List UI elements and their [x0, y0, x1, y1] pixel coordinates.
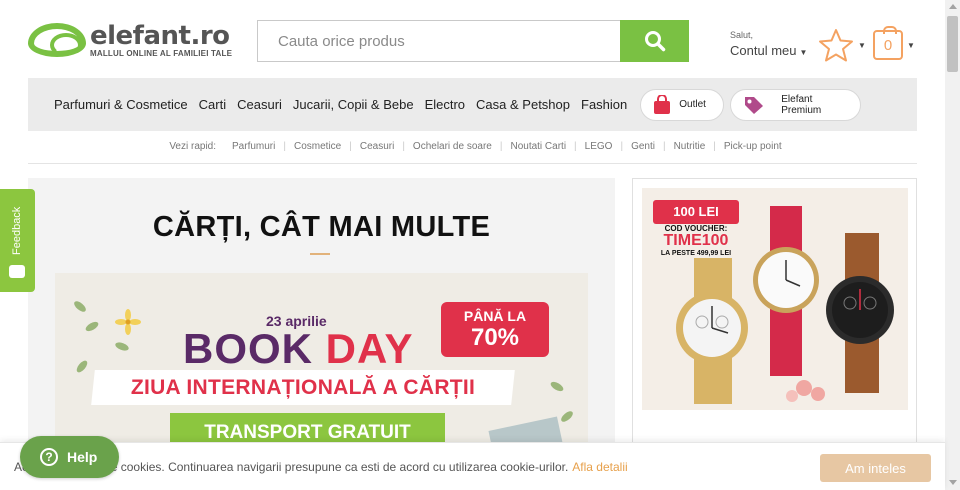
- logo-name: elefant.ro: [90, 20, 230, 51]
- quick-link-cosmetice[interactable]: Cosmetice: [294, 141, 341, 152]
- quick-link-lego[interactable]: LEGO: [585, 141, 613, 152]
- help-label: Help: [67, 449, 98, 465]
- question-icon: ?: [40, 448, 58, 466]
- banner-strip-text: ZIUA INTERNAȚIONALĂ A CĂRȚII: [130, 376, 476, 399]
- outlet-button[interactable]: Outlet: [640, 88, 725, 121]
- premium-button[interactable]: Elefant Premium: [730, 88, 862, 121]
- premium-label-line2: Premium: [781, 104, 822, 116]
- badge-line1: PÂNĂ LA: [463, 308, 527, 324]
- logo-tagline: MALLUL ONLINE AL FAMILIEI TALE: [90, 48, 233, 58]
- leaf-decoration: [72, 299, 88, 314]
- quick-link-ceasuri[interactable]: Ceasuri: [360, 141, 394, 152]
- scroll-down-icon[interactable]: [949, 480, 957, 485]
- nav-item-parfumuri[interactable]: Parfumuri & Cosmetice: [54, 97, 188, 112]
- title-underline: [310, 253, 330, 255]
- elephant-icon: [28, 23, 86, 57]
- nav-item-ceasuri[interactable]: Ceasuri: [237, 97, 282, 112]
- account-greeting: Salut,: [730, 30, 754, 40]
- banner-title-day: DAY: [325, 325, 414, 372]
- quick-link-noutati-carti[interactable]: Noutati Carti: [510, 141, 566, 152]
- page: elefant.ro MALLUL ONLINE AL FAMILIEI TAL…: [0, 0, 960, 490]
- cookie-accept-button[interactable]: Am inteles: [820, 454, 931, 482]
- star-icon: [819, 29, 853, 62]
- leaf-decoration: [74, 358, 90, 375]
- premium-label-line1: Elefant: [781, 93, 813, 105]
- logo[interactable]: elefant.ro MALLUL ONLINE AL FAMILIEI TAL…: [28, 20, 238, 60]
- cart-icon: 0: [873, 26, 903, 60]
- feedback-tab[interactable]: Feedback: [0, 189, 35, 292]
- page-scrollbar[interactable]: [945, 0, 960, 490]
- chat-icon: [9, 265, 25, 278]
- banner-title-book: BOOK: [183, 325, 313, 372]
- scroll-up-icon[interactable]: [949, 4, 957, 9]
- cart-button[interactable]: 0 ▼: [873, 26, 915, 60]
- search-button[interactable]: [620, 20, 689, 62]
- search-bar: [257, 20, 689, 62]
- banner-strip: ZIUA INTERNAȚIONALĂ A CĂRȚII: [91, 370, 515, 405]
- chevron-down-icon: ▼: [799, 48, 808, 57]
- quick-links-label: Vezi rapid:: [169, 141, 217, 152]
- leaf-decoration: [114, 340, 130, 353]
- discount-badge: PÂNĂ LA 70%: [441, 302, 549, 357]
- leaf-decoration: [559, 409, 575, 424]
- account-label: Contul meu: [730, 43, 797, 58]
- tag-icon: [745, 96, 764, 114]
- quick-link-nutritie[interactable]: Nutritie: [674, 141, 706, 152]
- outlet-label: Outlet: [679, 99, 706, 110]
- flower-icon: [115, 309, 141, 335]
- nav-item-electro[interactable]: Electro: [425, 97, 465, 112]
- watches-illustration: [676, 206, 894, 404]
- cart-count: 0: [883, 36, 893, 54]
- section-title: CĂRȚI, CÂT MAI MULTE: [152, 211, 491, 243]
- quick-link-genti[interactable]: Genti: [631, 141, 655, 152]
- main-nav: Parfumuri & Cosmetice Carti Ceasuri Juca…: [28, 78, 917, 131]
- watch-promo-banner[interactable]: 100 LEI COD VOUCHER: TIME100 LA PESTE 49…: [642, 188, 908, 410]
- shopping-bag-icon: [654, 94, 671, 114]
- account-menu[interactable]: Salut, Contul meu ▼: [730, 30, 807, 58]
- chevron-down-icon: ▼: [907, 40, 915, 50]
- wishlist-button[interactable]: ▼: [818, 28, 866, 62]
- quick-link-ochelari[interactable]: Ochelari de soare: [413, 141, 492, 152]
- cookie-details-link[interactable]: Afla detalii: [572, 460, 627, 474]
- nav-item-jucarii[interactable]: Jucarii, Copii & Bebe: [293, 97, 414, 112]
- feedback-label: Feedback: [11, 206, 23, 255]
- badge-line2: 70%: [470, 324, 520, 351]
- leaf-decoration: [549, 379, 565, 394]
- quick-link-parfumuri[interactable]: Parfumuri: [232, 141, 275, 152]
- banner-title: BOOK DAY: [183, 325, 414, 373]
- help-button[interactable]: ? Help: [20, 436, 119, 478]
- leaf-decoration: [84, 319, 100, 334]
- nav-item-fashion[interactable]: Fashion: [581, 97, 627, 112]
- search-icon: [644, 31, 665, 52]
- scroll-thumb[interactable]: [947, 16, 958, 72]
- chevron-down-icon: ▼: [858, 40, 866, 50]
- quick-link-pickup[interactable]: Pick-up point: [724, 141, 782, 152]
- quick-links: Vezi rapid: Parfumuri | Cosmetice | Ceasur…: [169, 141, 782, 152]
- nav-item-carti[interactable]: Carti: [199, 97, 226, 112]
- cookie-banner: Acest site foloseste cookies. Continuare…: [0, 442, 945, 490]
- divider: [28, 163, 917, 164]
- search-input[interactable]: [257, 20, 620, 62]
- nav-item-casa[interactable]: Casa & Petshop: [476, 97, 570, 112]
